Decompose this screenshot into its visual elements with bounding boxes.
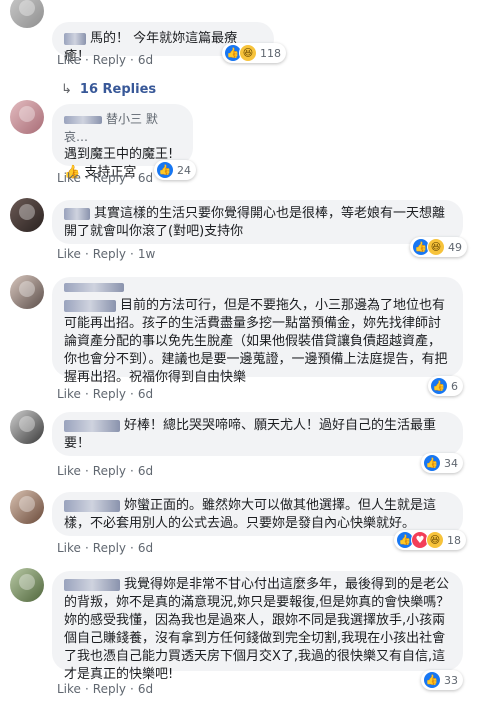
reaction-summary[interactable]: 👍 33 (421, 670, 463, 690)
like-icon: 👍 (156, 161, 174, 179)
comment-actions: Like · Reply · 6d (57, 682, 154, 696)
reply-button[interactable]: Reply (93, 464, 126, 478)
avatar[interactable] (10, 100, 44, 134)
like-button[interactable]: Like (57, 682, 81, 696)
author-name[interactable] (64, 578, 120, 591)
comment-text: 我覺得妳是非常不甘心付出這麼多年，最後得到的是老公的背叛，妳不是真的滿意現況,妳… (64, 577, 450, 682)
comment-actions: Like · Reply · 6d (57, 387, 154, 401)
comment-bubble: 好棒！總比哭哭啼啼、願天尤人！過好自己的生活最重要！ (52, 412, 463, 456)
reaction-count: 24 (177, 163, 191, 177)
reaction-count: 33 (444, 673, 458, 687)
reaction-summary[interactable]: 👍 ♥ 😆 18 (394, 530, 466, 550)
haha-icon: 😆 (239, 44, 257, 62)
avatar[interactable] (10, 198, 44, 232)
timestamp[interactable]: 6d (138, 171, 153, 185)
like-button[interactable]: Like (57, 464, 81, 478)
like-button[interactable]: Like (57, 247, 81, 261)
avatar[interactable] (10, 568, 44, 602)
reaction-summary[interactable]: 👍 34 (421, 453, 463, 473)
haha-icon: 😆 (427, 238, 445, 256)
haha-icon: 😆 (426, 531, 444, 549)
avatar[interactable] (10, 410, 44, 444)
author-name[interactable] (64, 207, 90, 220)
avatar[interactable] (10, 490, 44, 524)
comment-text: 目前的方法可行，但是不要拖久，小三那邊為了地位也有可能再出招。孩子的生活費盡量多… (64, 298, 448, 385)
reply-arrow-icon: ↳ (61, 82, 72, 97)
comment-bubble: 其實這樣的生活只要你覺得開心也是很棒，等老娘有一天想離開了就會叫你滾了(對吧)支… (52, 200, 463, 244)
comment-bubble: 替小三 默哀… 遇到魔王中的魔王! 👍 支持正宮 (52, 104, 193, 180)
like-button[interactable]: Like (57, 171, 81, 185)
comment-bubble: 我覺得妳是非常不甘心付出這麼多年，最後得到的是老公的背叛，妳不是真的滿意現況,妳… (52, 571, 463, 682)
quoted-text: 替小三 默哀… (64, 112, 158, 144)
reaction-summary[interactable]: 👍 24 (154, 160, 196, 180)
author-name[interactable] (64, 499, 120, 512)
reaction-count: 6 (451, 379, 458, 393)
avatar[interactable] (10, 0, 44, 28)
timestamp[interactable]: 6d (138, 387, 153, 401)
timestamp[interactable]: 6d (138, 541, 153, 555)
reaction-count: 118 (260, 46, 281, 60)
reply-button[interactable]: Reply (93, 387, 126, 401)
reaction-summary[interactable]: 👍 6 (428, 376, 463, 396)
like-button[interactable]: Like (57, 541, 81, 555)
reaction-count: 49 (448, 240, 462, 254)
timestamp[interactable]: 6d (138, 682, 153, 696)
comment-text: 其實這樣的生活只要你覺得開心也是很棒，等老娘有一天想離開了就會叫你滾了(對吧)支… (64, 206, 446, 239)
comment-actions: Like · Reply · 1w (57, 247, 156, 261)
reply-button[interactable]: Reply (93, 247, 126, 261)
author-name[interactable] (64, 419, 120, 432)
reaction-count: 18 (447, 533, 461, 547)
view-replies-link[interactable]: ↳ 16 Replies (61, 82, 156, 97)
like-icon: 👍 (423, 454, 441, 472)
comment-actions: Like · Reply · 6d (57, 53, 154, 67)
timestamp[interactable]: 6d (138, 464, 153, 478)
reaction-summary[interactable]: 👍 😆 49 (410, 237, 467, 257)
reply-button[interactable]: Reply (93, 171, 126, 185)
comment-bubble: 目前的方法可行，但是不要拖久，小三那邊為了地位也有可能再出招。孩子的生活費盡量多… (52, 277, 463, 385)
like-icon: 👍 (430, 377, 448, 395)
comment-actions: Like · Reply · 6d (57, 541, 154, 555)
reply-button[interactable]: Reply (93, 541, 126, 555)
reaction-count: 34 (444, 456, 458, 470)
reply-button[interactable]: Reply (93, 53, 126, 67)
comment-actions: Like · Reply · 6d (57, 464, 154, 478)
avatar[interactable] (10, 275, 44, 309)
like-button[interactable]: Like (57, 53, 81, 67)
author-name[interactable] (64, 32, 86, 45)
timestamp[interactable]: 6d (138, 53, 153, 67)
like-button[interactable]: Like (57, 387, 81, 401)
comment-actions: Like · Reply · 6d (57, 171, 154, 185)
reaction-summary[interactable]: 👍 😆 118 (222, 43, 286, 63)
reply-button[interactable]: Reply (93, 682, 126, 696)
author-name[interactable] (64, 283, 124, 292)
like-icon: 👍 (423, 671, 441, 689)
timestamp[interactable]: 1w (138, 247, 155, 261)
